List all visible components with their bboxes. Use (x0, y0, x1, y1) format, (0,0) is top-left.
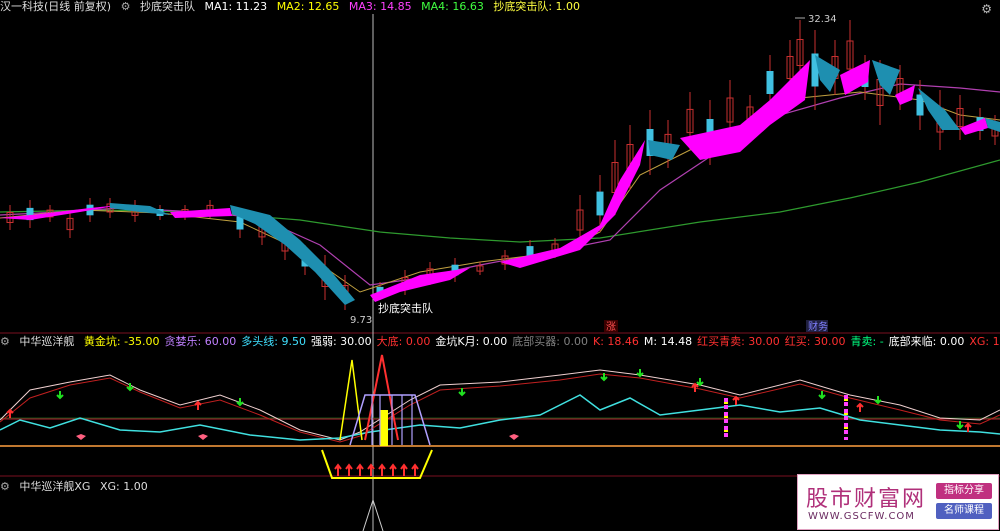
bowl-up-arrow-icon (389, 463, 397, 476)
candles-group (6, 20, 999, 310)
yellow-spike (339, 359, 363, 441)
sell-arrow-icon (818, 391, 826, 400)
ribbon-blue-4 (815, 55, 840, 92)
high-price-label: 32.34 (808, 14, 837, 25)
panel2-value-7: K: 18.46 (592, 335, 639, 348)
panel2-value-6: 底部买器: 0.00 (512, 335, 588, 348)
panel3-value: XG: 1.00 (99, 480, 148, 493)
ribbon-pink-8 (960, 118, 988, 135)
sell-arrow-icon (636, 369, 644, 378)
panel2-value-10: 红买: 30.00 (784, 335, 846, 348)
ribbon-pink-4 (500, 140, 645, 268)
ma-slow-line (0, 159, 1000, 243)
bowl-up-arrow-icon (334, 463, 342, 476)
rise-marker-label: 涨 (606, 321, 616, 333)
candle-body (526, 246, 534, 256)
panel2-value-5: 金坑K月: 0.00 (435, 335, 508, 348)
bowl-up-arrow-icon (400, 463, 408, 476)
buy-arrow-icon (732, 395, 740, 405)
panel2-gear-icon[interactable]: ⚙ (0, 335, 10, 348)
bowl-up-arrow-icon (378, 463, 386, 476)
candle-body (766, 71, 774, 94)
ribbon-pink-3 (370, 268, 470, 302)
sell-arrow-icon (696, 378, 704, 387)
sell-arrow-icon (236, 398, 244, 407)
bowl-arrows-group (334, 463, 419, 476)
panel2-value-11: 青卖: - (850, 335, 884, 348)
panel3-name[interactable]: 中华巡洋舰XG (19, 480, 90, 493)
ribbon-pink-1 (0, 205, 120, 220)
candle-body (916, 94, 924, 116)
ribbon-blue-6 (918, 88, 960, 130)
panel2-white-line (0, 369, 1000, 441)
ma-mid-line (0, 83, 1000, 286)
ribbon-pink-2 (170, 208, 232, 218)
watermark-title: 股市财富网 (806, 487, 927, 512)
finance-marker-label: 财务 (808, 320, 828, 333)
bowl-up-arrow-icon (345, 463, 353, 476)
panel2-value-1: 贪婪乐: 60.00 (164, 335, 237, 348)
bowl-up-arrow-icon (411, 463, 419, 476)
panel2-value-9: 红买青卖: 30.00 (697, 335, 780, 348)
low-price-label: 9.73 (350, 315, 372, 326)
ribbon-pink-7 (895, 85, 915, 105)
candle-body (236, 216, 244, 230)
panel2-value-12: 底部来临: 0.00 (888, 335, 965, 348)
buy-arrow-icon (194, 400, 202, 410)
panel3-gear-icon[interactable]: ⚙ (0, 480, 10, 493)
yellow-block (380, 410, 388, 446)
panel2-values: 黄金坑: -35.00 贪婪乐: 60.00 多头线: 9.50 强弱: 30.00 大… (84, 335, 1000, 348)
candle-body (596, 191, 604, 216)
panel2-value-13: XG: 1.00 (969, 335, 1000, 348)
watermark-logo: 股市财富网 WWW.GSCFW.COM 指标分享 名师课程 (797, 474, 999, 530)
watermark-url: WWW.GSCFW.COM (808, 511, 915, 522)
panel2-value-3: 强弱: 30.00 (310, 335, 372, 348)
signal-annotation: 抄底突击队 (378, 301, 433, 315)
buy-arrow-icon (856, 402, 864, 412)
bowl-up-arrow-icon (356, 463, 364, 476)
sell-arrow-icon (874, 396, 882, 405)
watermark-tag-courses: 名师课程 (936, 503, 992, 519)
panel2-value-4: 大底: 0.00 (376, 335, 431, 348)
panel2-value-8: M: 14.48 (643, 335, 693, 348)
panel2-value-0: 黄金坑: -35.00 (83, 335, 160, 348)
panel3-header: ⚙ 中华巡洋舰XG XG: 1.00 (0, 480, 154, 494)
buy-arrow-icon (6, 408, 14, 418)
panel2-value-2: 多头线: 9.50 (241, 335, 306, 348)
watermark-tag-indicators: 指标分享 (936, 483, 992, 499)
panel2-name[interactable]: 中华巡洋舰 (19, 335, 74, 348)
chart-canvas: 32.34 9.73 抄底突击队 涨 财务 (0, 14, 1000, 531)
panel2-header: ⚙ 中华巡洋舰 黄金坑: -35.00 贪婪乐: 60.00 多头线: 9.50 强弱… (0, 335, 1000, 349)
sell-arrow-icon (56, 391, 64, 400)
